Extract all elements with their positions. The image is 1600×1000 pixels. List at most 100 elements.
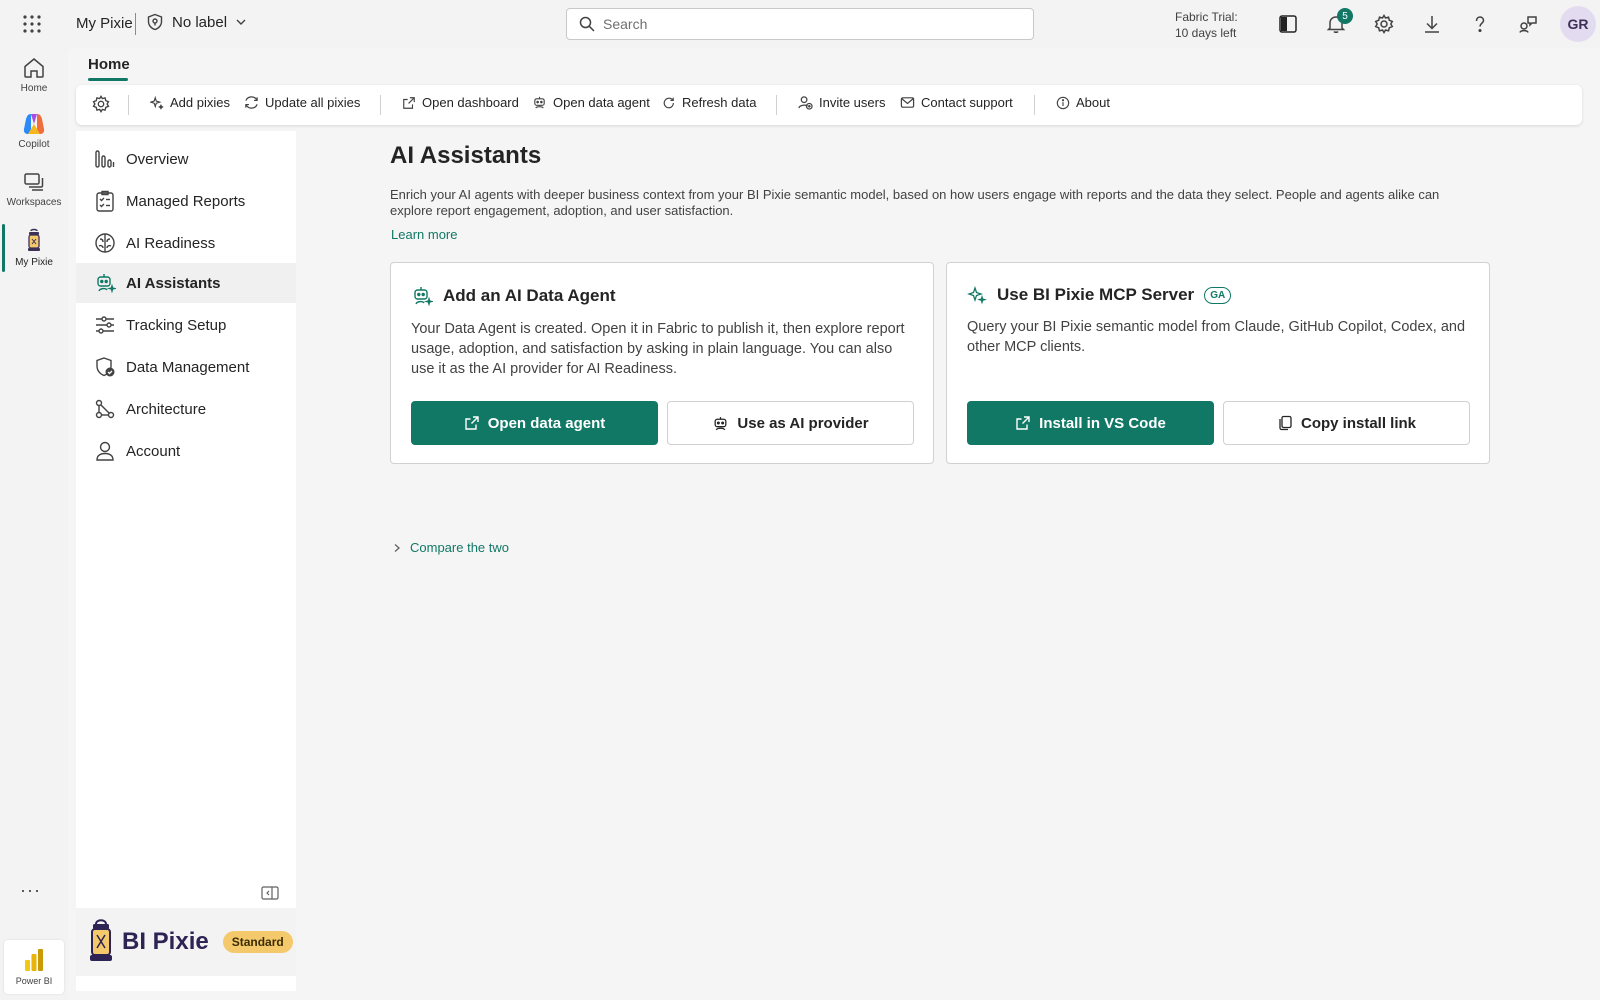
app-launcher-icon[interactable] xyxy=(22,14,42,34)
nav-item-architecture[interactable]: Architecture xyxy=(76,389,296,429)
use-as-ai-provider-button[interactable]: Use as AI provider xyxy=(667,401,914,445)
shield-icon xyxy=(146,13,164,31)
search-box[interactable] xyxy=(566,8,1034,40)
mcp-server-card: Use BI Pixie MCP Server GA Query your BI… xyxy=(946,262,1490,464)
bot-sparkle-icon xyxy=(94,272,116,294)
tab-home[interactable]: Home xyxy=(88,56,130,73)
nav-item-label: Architecture xyxy=(126,400,207,418)
left-nav: Overview Managed Reports AI Readiness AI… xyxy=(76,131,296,991)
open-dashboard-label: Open dashboard xyxy=(422,95,519,110)
chevron-right-icon xyxy=(392,543,402,553)
contact-support-label: Contact support xyxy=(921,95,1013,110)
user-avatar[interactable]: GR xyxy=(1560,6,1596,42)
nav-item-label: Overview xyxy=(126,150,189,168)
search-input[interactable] xyxy=(603,16,1023,32)
update-all-pixies-label: Update all pixies xyxy=(265,95,361,110)
rail-item-workspaces[interactable]: Workspaces xyxy=(0,170,68,208)
nav-item-label: Data Management xyxy=(126,358,250,376)
help-icon[interactable] xyxy=(1468,12,1492,36)
data-agent-card: Add an AI Data Agent Your Data Agent is … xyxy=(390,262,934,464)
sliders-icon xyxy=(94,314,116,336)
bot-sparkle-icon xyxy=(411,285,433,307)
ribbon-settings-button[interactable] xyxy=(92,95,110,113)
more-apps-icon[interactable]: ··· xyxy=(20,880,41,901)
learn-more-link[interactable]: Learn more xyxy=(391,227,457,242)
nav-item-overview[interactable]: Overview xyxy=(76,139,296,179)
rail-item-label: Workspaces xyxy=(6,197,62,208)
nav-item-account[interactable]: Account xyxy=(76,431,296,471)
power-bi-switcher[interactable]: Power BI xyxy=(4,940,64,994)
external-link-icon xyxy=(464,415,480,431)
card-header: Use BI Pixie MCP Server GA xyxy=(967,285,1232,305)
card-title: Add an AI Data Agent xyxy=(443,286,616,305)
divider xyxy=(135,13,136,35)
home-icon xyxy=(22,56,46,80)
install-in-vs-code-button[interactable]: Install in VS Code xyxy=(967,401,1214,445)
brand-footer: BI Pixie Standard xyxy=(76,908,296,976)
copy-icon xyxy=(1277,415,1293,431)
trial-status[interactable]: Fabric Trial: 10 days left xyxy=(1175,9,1238,41)
rail-item-label: My Pixie xyxy=(15,257,53,268)
sensitivity-label-dropdown[interactable]: No label xyxy=(146,13,247,31)
chevron-down-icon xyxy=(235,16,247,28)
about-button[interactable]: About xyxy=(1056,95,1110,110)
panel-toggle-icon[interactable] xyxy=(1276,12,1300,36)
gear-icon xyxy=(92,95,110,113)
top-bar: My Pixie No label Fabric Trial: 10 days … xyxy=(0,0,1600,48)
rail-item-home[interactable]: Home xyxy=(0,56,68,94)
add-pixies-button[interactable]: Add pixies xyxy=(150,95,230,110)
workspace-name[interactable]: My Pixie xyxy=(76,15,133,32)
copilot-icon xyxy=(22,112,46,136)
sync-icon xyxy=(244,95,259,110)
workspaces-icon xyxy=(22,170,46,194)
nav-item-ai-assistants[interactable]: AI Assistants xyxy=(76,263,296,303)
nav-item-managed-reports[interactable]: Managed Reports xyxy=(76,181,296,221)
shield-check-icon xyxy=(94,356,116,378)
download-icon[interactable] xyxy=(1420,12,1444,36)
refresh-data-button[interactable]: Refresh data xyxy=(662,95,756,110)
notifications-bell-icon[interactable]: 5 xyxy=(1324,8,1353,36)
copy-install-link-button[interactable]: Copy install link xyxy=(1223,401,1470,445)
rail-item-copilot[interactable]: Copilot xyxy=(0,112,68,150)
ribbon-open-data-agent-button[interactable]: Open data agent xyxy=(532,95,650,110)
lantern-icon xyxy=(86,918,116,966)
rail-item-my-pixie[interactable]: My Pixie xyxy=(0,228,68,268)
divider xyxy=(1034,95,1035,115)
open-dashboard-button[interactable]: Open dashboard xyxy=(402,95,519,110)
settings-gear-icon[interactable] xyxy=(1372,12,1396,36)
card-body: Query your BI Pixie semantic model from … xyxy=(967,319,1466,355)
brain-icon xyxy=(94,232,116,254)
nav-item-data-management[interactable]: Data Management xyxy=(76,347,296,387)
bot-icon xyxy=(712,415,729,432)
power-bi-label: Power BI xyxy=(15,976,53,986)
compare-expander[interactable]: Compare the two xyxy=(392,540,509,555)
button-label: Open data agent xyxy=(487,414,606,432)
person-add-icon xyxy=(798,95,813,110)
notification-count-badge: 5 xyxy=(1337,8,1353,24)
update-all-pixies-button[interactable]: Update all pixies xyxy=(244,95,360,110)
card-body: Your Data Agent is created. Open it in F… xyxy=(411,321,905,377)
contact-support-button[interactable]: Contact support xyxy=(900,95,1013,110)
nav-item-label: AI Assistants xyxy=(126,274,221,292)
divider xyxy=(128,95,129,115)
nav-item-label: AI Readiness xyxy=(126,234,216,252)
add-pixies-label: Add pixies xyxy=(170,95,230,110)
external-link-icon xyxy=(1015,415,1031,431)
app-rail: Home Copilot Workspaces My Pixie ··· Pow… xyxy=(0,48,68,1000)
brand-name: BI Pixie xyxy=(122,928,209,955)
card-title: Use BI Pixie MCP Server xyxy=(997,285,1195,304)
flow-icon xyxy=(94,398,116,420)
card-header: Add an AI Data Agent xyxy=(411,285,616,307)
share-feedback-icon[interactable] xyxy=(1516,12,1540,36)
ribbon-toolbar: Add pixies Update all pixies Open dashbo… xyxy=(76,85,1582,125)
collapse-nav-icon[interactable] xyxy=(261,886,279,900)
page-description: Enrich your AI agents with deeper busine… xyxy=(390,187,1440,218)
nav-item-tracking-setup[interactable]: Tracking Setup xyxy=(76,305,296,345)
invite-users-label: Invite users xyxy=(819,95,886,110)
button-label: Use as AI provider xyxy=(737,414,869,432)
person-icon xyxy=(94,440,116,462)
open-data-agent-button[interactable]: Open data agent xyxy=(411,401,658,445)
nav-item-ai-readiness[interactable]: AI Readiness xyxy=(76,223,296,263)
sensitivity-label-text: No label xyxy=(172,13,228,31)
invite-users-button[interactable]: Invite users xyxy=(798,95,885,110)
